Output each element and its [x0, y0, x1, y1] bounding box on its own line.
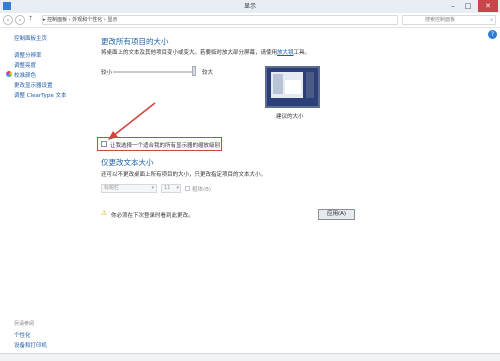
sidebar-item-devices[interactable]: 设备和打印机 — [14, 341, 47, 349]
chevron-down-icon: ▾ — [176, 185, 179, 191]
see-also-heading: 另请参阅 — [14, 321, 35, 327]
warning-icon: ⚠ — [101, 209, 108, 217]
bold-label: 粗体(B) — [192, 187, 212, 193]
color-wheel-icon — [6, 71, 12, 77]
item-select[interactable]: 标题栏 ▾ — [101, 184, 157, 193]
preview-sidebar — [273, 74, 283, 94]
apply-button[interactable]: 应用(A) — [318, 209, 355, 220]
size-slider-thumb[interactable] — [192, 66, 196, 76]
close-button[interactable]: ✕ — [478, 0, 498, 12]
page-title: 更改所有项目的大小 — [101, 37, 169, 46]
chevron-down-icon: ▾ — [151, 185, 154, 191]
warning-text: 你必须在下次登录时看到此更改。 — [111, 213, 194, 219]
preview-content — [285, 80, 301, 94]
magnifier-link[interactable]: 放大镜 — [277, 50, 294, 56]
preview-icons — [306, 72, 314, 98]
sidebar-item-resolution[interactable]: 调整分辨率 — [14, 51, 42, 59]
up-arrow-icon[interactable]: ↑ — [28, 15, 33, 22]
page-description: 将桌面上的文本及其他项目变小或变大。若要临时放大部分屏幕，请使用放大镜工具。 — [101, 48, 310, 56]
text-size-description: 还可以不更改桌面上所有项目的大小，只更改指定项目的文本大小。 — [101, 172, 267, 178]
sidebar-item-calibrate[interactable]: 校准颜色 — [14, 71, 36, 79]
search-icon[interactable]: ⌕ — [490, 16, 493, 24]
minimize-button[interactable]: – — [446, 0, 460, 12]
window-title: 显示 — [243, 3, 256, 10]
text-size-heading: 仅更改文本大小 — [101, 158, 154, 167]
annotation-arrow — [108, 102, 156, 140]
description-text: 将桌面上的文本及其他项目变小或变大。若要临时放大部分屏幕，请使用 — [101, 50, 278, 56]
help-icon[interactable]: ? — [488, 30, 497, 39]
preview-image — [265, 66, 320, 108]
size-select[interactable]: 11 ▾ — [161, 184, 181, 193]
title-bar: 显示 – □ ✕ — [0, 0, 500, 14]
maximize-button[interactable]: □ — [461, 0, 475, 12]
search-placeholder: 搜索控制面板 — [425, 17, 456, 23]
address-path[interactable]: ▸ 控制面板 › 外观和个性化 › 显示 — [42, 15, 398, 25]
size-slider-track[interactable] — [113, 71, 196, 73]
back-button[interactable]: ‹ — [3, 15, 13, 25]
item-select-value: 标题栏 — [104, 185, 120, 191]
sidebar-item-personalization[interactable]: 个性化 — [14, 331, 31, 339]
sidebar-item-cleartype[interactable]: 调整 ClearType 文本 — [14, 91, 67, 99]
bold-checkbox[interactable] — [185, 186, 190, 191]
custom-scaling-checkbox[interactable] — [101, 141, 107, 147]
size-select-value: 11 — [164, 185, 171, 191]
custom-scaling-label[interactable]: 让我选择一个适合我的所有显示器的缩放级别 — [110, 141, 220, 149]
address-bar: ‹ › ↑ ▸ 控制面板 › 外观和个性化 › 显示 搜索控制面板 ⌕ — [0, 13, 500, 28]
forward-button[interactable]: › — [15, 15, 25, 25]
slider-min-label: 较小 — [101, 70, 113, 76]
description-end: 工具。 — [293, 50, 311, 56]
sidebar-item-brightness[interactable]: 调整亮度 — [14, 61, 36, 69]
preview-caption: 建议的大小 — [276, 114, 304, 120]
sidebar-item-display-settings[interactable]: 更改显示器设置 — [14, 81, 53, 89]
slider-max-label: 较大 — [202, 70, 214, 76]
search-input[interactable]: 搜索控制面板 ⌕ — [402, 15, 496, 25]
sidebar-item-home[interactable]: 控制面板主页 — [14, 34, 47, 42]
